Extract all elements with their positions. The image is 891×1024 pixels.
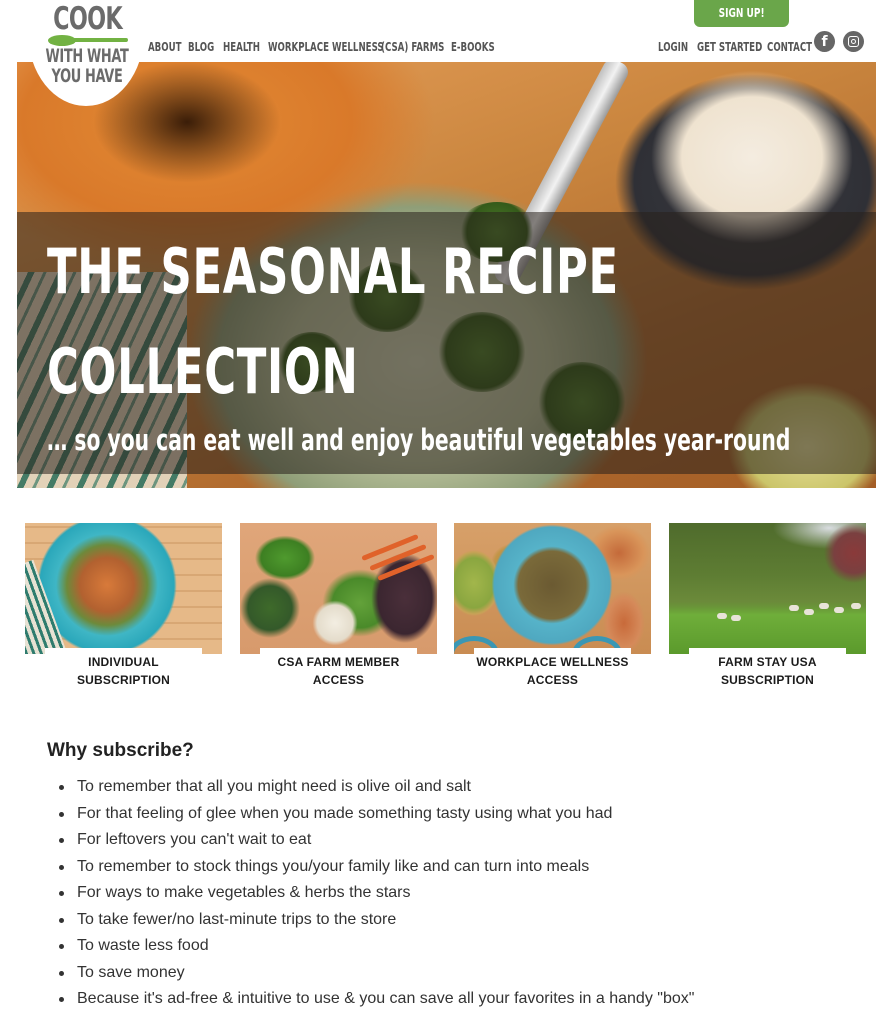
sign-up-label: SIGN UP! [718, 6, 765, 20]
sheep-graphic [834, 607, 844, 613]
hero-title-line-2: COLLECTION [47, 335, 359, 408]
sheep-graphic [717, 613, 727, 619]
list-item: For ways to make vegetables & herbs the … [55, 880, 847, 907]
hero-title-line-1: THE SEASONAL RECIPE [47, 235, 619, 308]
hero-banner: THE SEASONAL RECIPE COLLECTION … so you … [17, 62, 876, 488]
list-item-text: To remember that all you might need is o… [77, 778, 471, 795]
sheep-graphic [819, 603, 829, 609]
nav-csa-farms[interactable]: (CSA) FARMS [381, 40, 444, 54]
list-item-text: For leftovers you can't wait to eat [77, 831, 312, 848]
bullet-icon [59, 864, 64, 870]
nav-workplace-wellness[interactable]: WORKPLACE WELLNESS [268, 40, 384, 54]
list-item-text: To waste less food [77, 937, 209, 954]
list-item-text: Because it's ad-free & intuitive to use … [77, 990, 695, 1007]
hero-subtitle: … so you can eat well and enjoy beautifu… [47, 423, 791, 457]
card-label-line-1: INDIVIDUAL [88, 655, 159, 669]
bullet-icon [59, 917, 64, 923]
bullet-icon [59, 944, 64, 949]
towel-graphic [25, 559, 75, 654]
list-item: To remember to stock things you/your fam… [55, 854, 847, 881]
list-item: For leftovers you can't wait to eat [55, 827, 847, 854]
bullet-icon [59, 811, 64, 817]
card-image-meal-prep-bowls [454, 523, 651, 654]
bullet-icon [59, 997, 64, 1002]
site-header: COOK WITH WHAT YOU HAVE ABOUT BLOG HEALT… [0, 0, 891, 106]
site-logo[interactable]: COOK WITH WHAT YOU HAVE [40, 1, 134, 87]
account-nav: LOGIN GET STARTED CONTACT [658, 38, 812, 56]
nav-get-started[interactable]: GET STARTED [697, 40, 762, 54]
sheep-graphic [789, 605, 799, 611]
list-item: Because it's ad-free & intuitive to use … [55, 986, 847, 1013]
card-csa-farm-member-access[interactable]: CSA FARM MEMBER ACCESS [240, 523, 437, 693]
list-item-text: For that feeling of glee when you made s… [77, 804, 613, 822]
sheep-graphic [731, 615, 741, 621]
nav-ebooks[interactable]: E-BOOKS [451, 40, 495, 54]
card-label: FARM STAY USA SUBSCRIPTION [669, 653, 866, 689]
list-item: To waste less food [55, 933, 847, 960]
card-workplace-wellness-access[interactable]: WORKPLACE WELLNESS ACCESS [454, 523, 651, 693]
bullet-icon [59, 891, 64, 896]
card-label: INDIVIDUAL SUBSCRIPTION [25, 653, 222, 689]
instagram-lens [851, 39, 856, 44]
nav-health[interactable]: HEALTH [223, 40, 260, 54]
nav-blog[interactable]: BLOG [188, 40, 214, 54]
card-farm-stay-usa-subscription[interactable]: FARM STAY USA SUBSCRIPTION [669, 523, 866, 693]
card-label-line-1: CSA FARM MEMBER [277, 655, 400, 669]
why-subscribe-heading: Why subscribe? [47, 740, 194, 761]
card-individual-subscription[interactable]: INDIVIDUAL SUBSCRIPTION [25, 523, 222, 693]
nav-login[interactable]: LOGIN [658, 40, 688, 54]
list-item-text: For ways to make vegetables & herbs the … [77, 884, 411, 901]
card-label-line-2: SUBSCRIPTION [720, 673, 815, 687]
bullet-icon [59, 970, 64, 976]
card-image-fresh-produce [240, 523, 437, 654]
facebook-icon[interactable]: f [814, 31, 835, 52]
sign-up-button[interactable]: SIGN UP! [694, 0, 789, 27]
subscription-options: INDIVIDUAL SUBSCRIPTION CSA FARM MEMBER … [25, 523, 866, 693]
card-label-line-2: ACCESS [312, 673, 365, 687]
list-item-text: To remember to stock things you/your fam… [77, 857, 590, 875]
card-label: CSA FARM MEMBER ACCESS [240, 653, 437, 689]
logo-text-cook: COOK [53, 1, 122, 37]
card-image-roasted-vegetables [25, 523, 222, 654]
list-item-text: To save money [77, 963, 185, 981]
list-item: For that feeling of glee when you made s… [55, 801, 847, 828]
nav-contact[interactable]: CONTACT [767, 40, 812, 54]
logo-text-with-what: WITH WHAT [45, 45, 129, 67]
main-nav: ABOUT BLOG HEALTH WORKPLACE WELLNESS (CS… [148, 38, 495, 56]
card-label-line-1: WORKPLACE WELLNESS [476, 655, 629, 669]
bullet-icon [59, 838, 64, 843]
carrot-graphic [377, 553, 435, 582]
bullet-icon [59, 785, 64, 790]
card-label: WORKPLACE WELLNESS ACCESS [454, 653, 651, 689]
why-subscribe-section: Why subscribe? To remember that all you … [47, 738, 847, 1013]
list-item: To take fewer/no last-minute trips to th… [55, 907, 847, 934]
card-label-line-1: FARM STAY USA [718, 655, 817, 669]
sheep-graphic [804, 609, 814, 615]
spoon-handle [70, 38, 128, 42]
nav-about[interactable]: ABOUT [148, 40, 182, 54]
list-item: To save money [55, 960, 847, 987]
card-image-farm-pasture [669, 523, 866, 654]
list-item: To remember that all you might need is o… [55, 774, 847, 801]
card-label-line-2: SUBSCRIPTION [76, 673, 171, 687]
instagram-icon[interactable] [843, 31, 864, 52]
logo-text-you-have: YOU HAVE [51, 65, 123, 87]
sheep-graphic [851, 603, 861, 609]
reasons-list: To remember that all you might need is o… [47, 774, 847, 1013]
card-label-line-2: ACCESS [526, 673, 579, 687]
list-item-text: To take fewer/no last-minute trips to th… [77, 910, 397, 928]
hero-title: THE SEASONAL RECIPE COLLECTION [47, 222, 619, 422]
